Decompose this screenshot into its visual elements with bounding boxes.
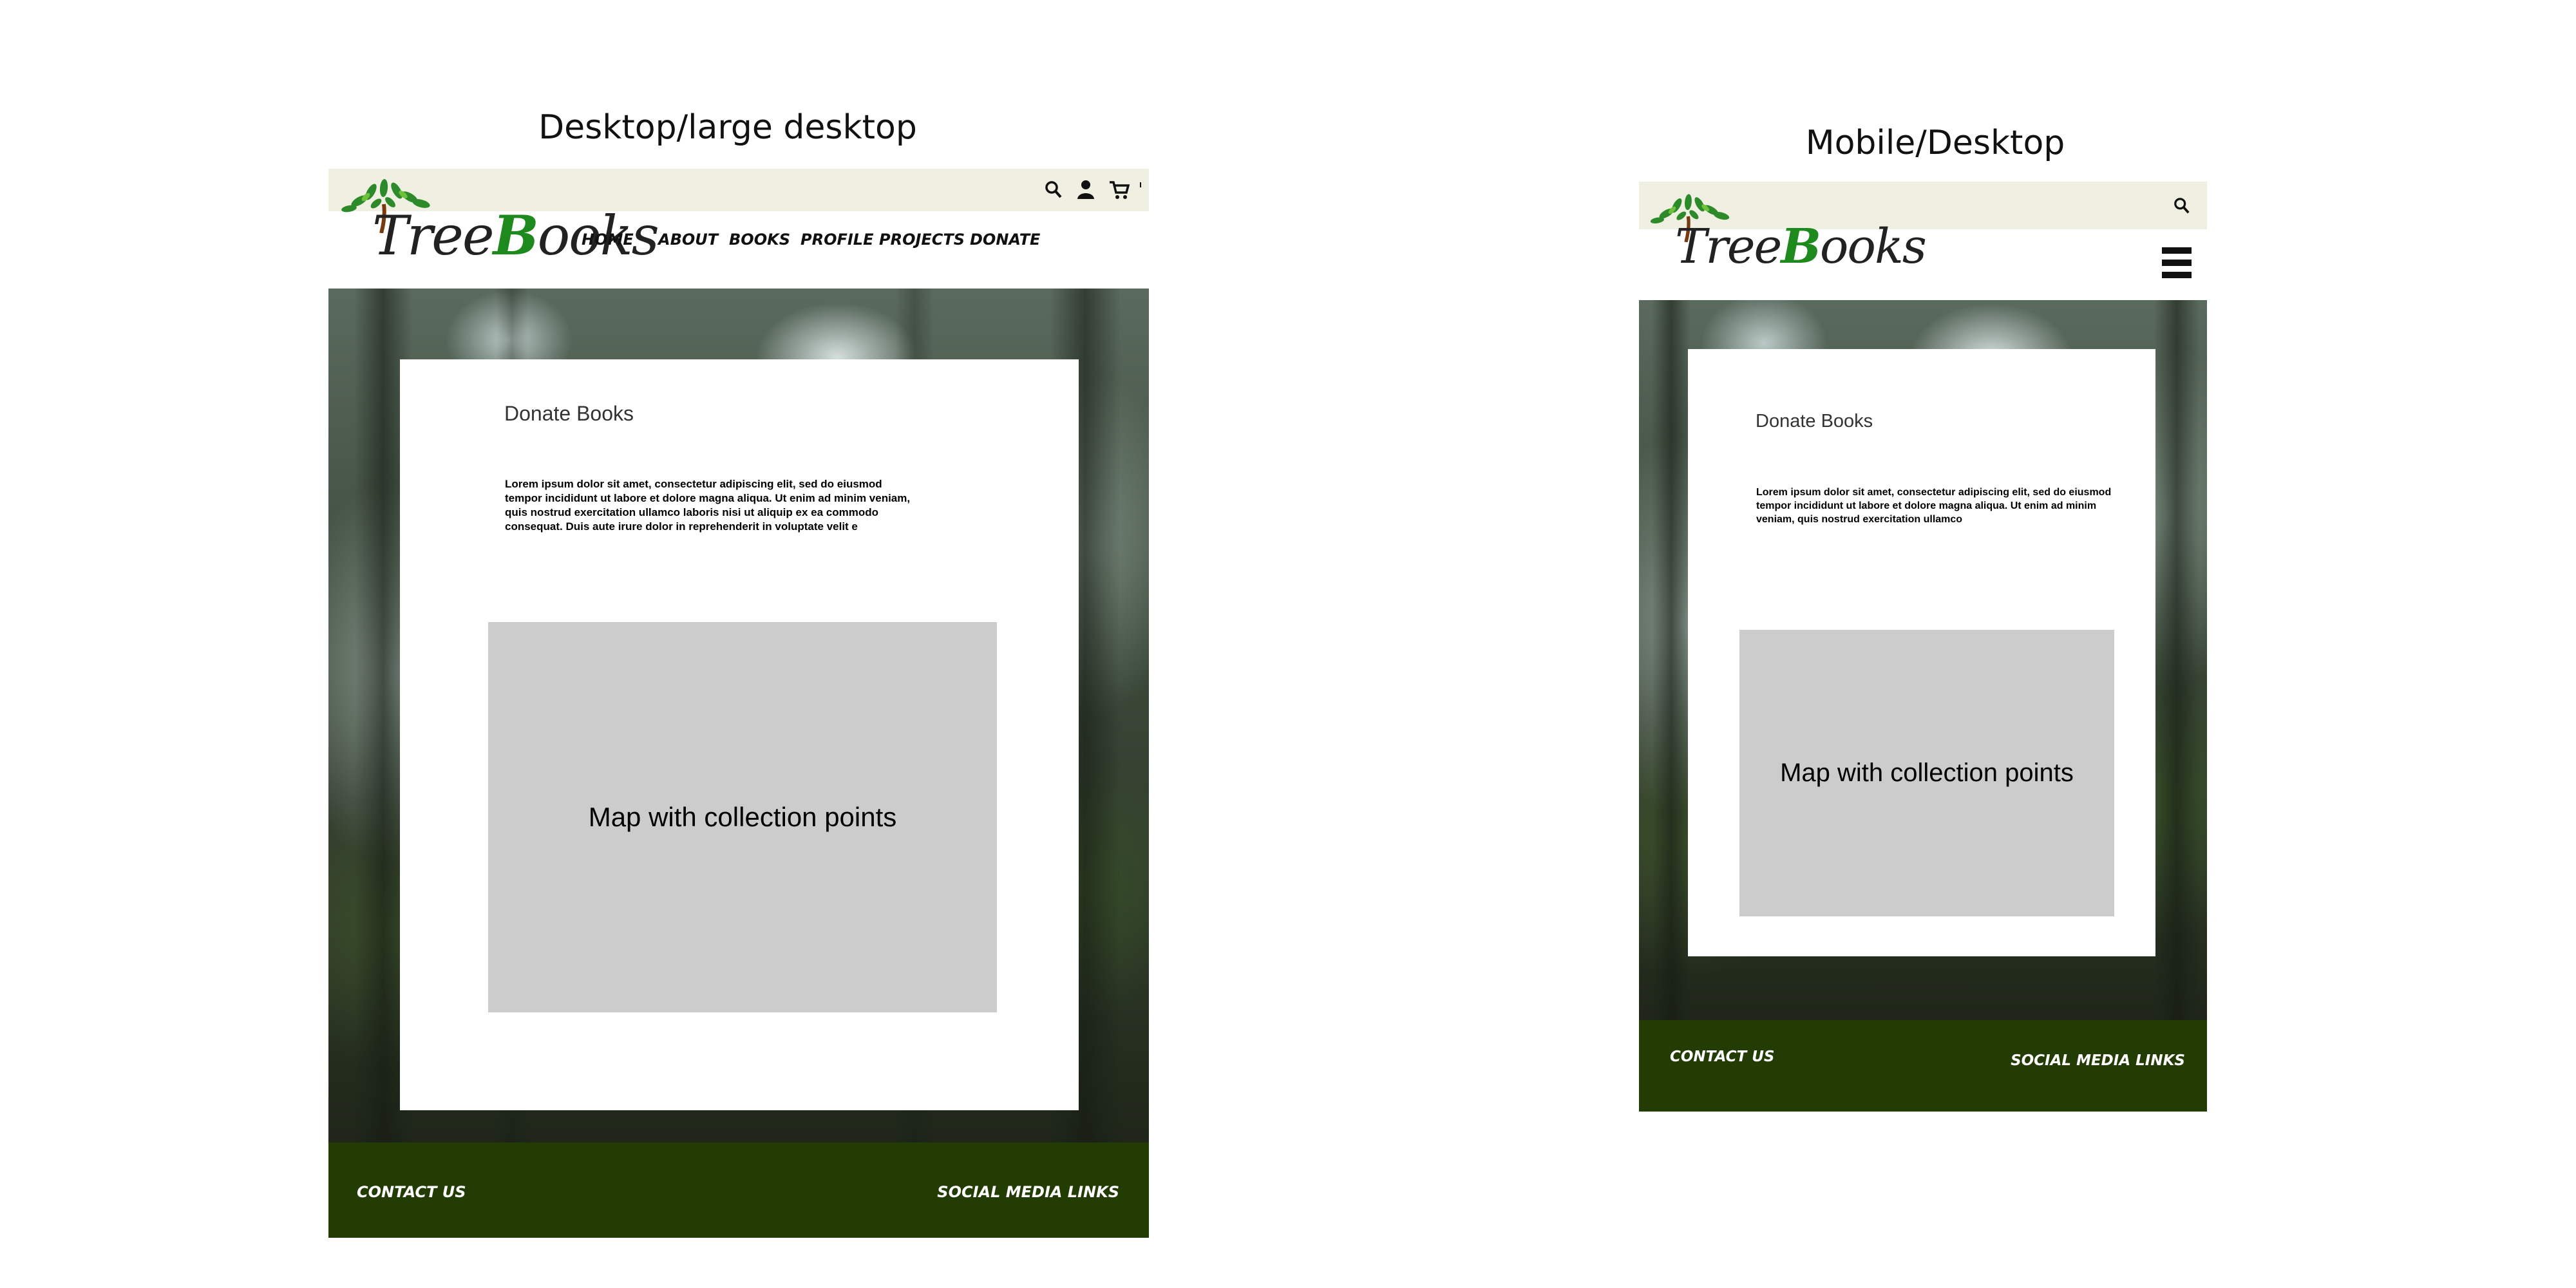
mobile-mockup: TreeBooks Donate Books Lorem ipsum dolor…	[1639, 182, 2207, 1112]
contact-us-link[interactable]: CONTACT US	[357, 1183, 466, 1201]
cart-icon[interactable]	[1109, 180, 1130, 202]
mobile-heading: Mobile/Desktop	[1805, 124, 2065, 162]
logo-wordmark: TreeBooks	[1675, 223, 1927, 270]
collection-points-map[interactable]: Map with collection points	[1739, 630, 2114, 916]
nav-projects[interactable]: PROJECTS	[879, 231, 965, 249]
nav-about[interactable]: ABOUT	[658, 231, 718, 249]
collection-points-map[interactable]: Map with collection points	[488, 622, 997, 1012]
nav-books[interactable]: BOOKS	[729, 231, 790, 249]
donate-card: Donate Books Lorem ipsum dolor sit amet,…	[400, 359, 1079, 1110]
logo-text-b: B	[493, 204, 539, 267]
user-icon[interactable]	[1077, 179, 1095, 202]
logo-text-tree: Tree	[1675, 219, 1782, 274]
social-media-links[interactable]: SOCIAL MEDIA LINKS	[2011, 1052, 2185, 1069]
desktop-mockup: TreeBooks HOME ABOUT BOOKS PROFILE PROJE…	[328, 169, 1149, 1238]
treebooks-logo[interactable]: TreeBooks	[1643, 191, 1927, 294]
donate-title: Donate Books	[504, 402, 634, 425]
donate-description: Lorem ipsum dolor sit amet, consectetur …	[505, 478, 911, 533]
donate-title: Donate Books	[1756, 411, 1873, 431]
logo-text-ooks: ooks	[1819, 219, 1927, 274]
donate-card: Donate Books Lorem ipsum dolor sit amet,…	[1688, 349, 2155, 956]
search-icon[interactable]	[1045, 180, 1063, 202]
more-indicator-icon	[1139, 182, 1142, 194]
hamburger-menu-icon[interactable]	[2161, 246, 2193, 282]
logo-text-tree: Tree	[372, 204, 495, 267]
desktop-footer: CONTACT US SOCIAL MEDIA LINKS	[328, 1142, 1149, 1238]
social-media-links[interactable]: SOCIAL MEDIA LINKS	[937, 1183, 1119, 1201]
donate-description: Lorem ipsum dolor sit amet, consectetur …	[1756, 487, 2112, 525]
desktop-heading: Desktop/large desktop	[538, 108, 917, 147]
contact-us-link[interactable]: CONTACT US	[1670, 1048, 1775, 1065]
nav-profile[interactable]: PROFILE	[800, 231, 873, 249]
search-icon[interactable]	[2174, 197, 2190, 218]
nav-donate[interactable]: DONATE	[970, 231, 1040, 249]
nav-home[interactable]: HOME	[582, 231, 634, 249]
map-label: Map with collection points	[588, 802, 897, 832]
mobile-footer: CONTACT US SOCIAL MEDIA LINKS	[1639, 1020, 2207, 1112]
map-label: Map with collection points	[1780, 759, 2074, 787]
logo-text-b: B	[1781, 219, 1821, 274]
treebooks-logo[interactable]: TreeBooks	[334, 175, 659, 278]
